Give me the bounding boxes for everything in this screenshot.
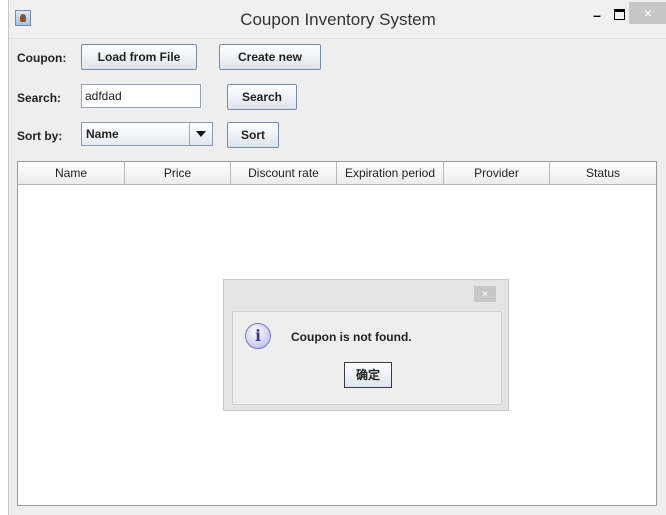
maximize-button[interactable]: [607, 6, 631, 24]
sort-by-label: Sort by:: [17, 129, 63, 143]
create-new-button[interactable]: Create new: [219, 44, 321, 70]
ok-button[interactable]: 确定: [344, 362, 392, 388]
column-header-price[interactable]: Price: [125, 162, 231, 184]
sort-by-dropdown[interactable]: Name: [81, 122, 213, 146]
dialog-message: Coupon is not found.: [291, 330, 412, 344]
sort-button[interactable]: Sort: [227, 122, 279, 148]
column-header-discount-rate[interactable]: Discount rate: [231, 162, 337, 184]
coupon-label: Coupon:: [17, 51, 67, 65]
dialog-content: i Coupon is not found. 确定: [232, 311, 502, 405]
load-from-file-button[interactable]: Load from File: [81, 44, 197, 70]
chevron-down-icon[interactable]: [189, 123, 212, 145]
column-header-name[interactable]: Name: [18, 162, 125, 184]
search-input[interactable]: adfdad: [81, 84, 201, 108]
column-header-expiration-period[interactable]: Expiration period: [337, 162, 444, 184]
sort-by-selected: Name: [86, 127, 119, 141]
message-dialog: × i Coupon is not found. 确定: [223, 279, 509, 411]
search-label: Search:: [17, 91, 62, 105]
info-icon: i: [245, 323, 271, 349]
dialog-close-button[interactable]: ×: [474, 286, 496, 302]
column-header-provider[interactable]: Provider: [444, 162, 550, 184]
search-button[interactable]: Search: [227, 84, 297, 110]
window-title: Coupon Inventory System: [240, 10, 436, 29]
column-header-status[interactable]: Status: [550, 162, 656, 184]
title-bar[interactable]: Coupon Inventory System – ×: [9, 0, 666, 39]
app-window: Coupon Inventory System – × Coupon: Load…: [8, 0, 666, 515]
close-button[interactable]: ×: [629, 2, 666, 24]
minimize-button[interactable]: –: [585, 6, 609, 24]
table-header: Name Price Discount rate Expiration peri…: [18, 162, 656, 185]
